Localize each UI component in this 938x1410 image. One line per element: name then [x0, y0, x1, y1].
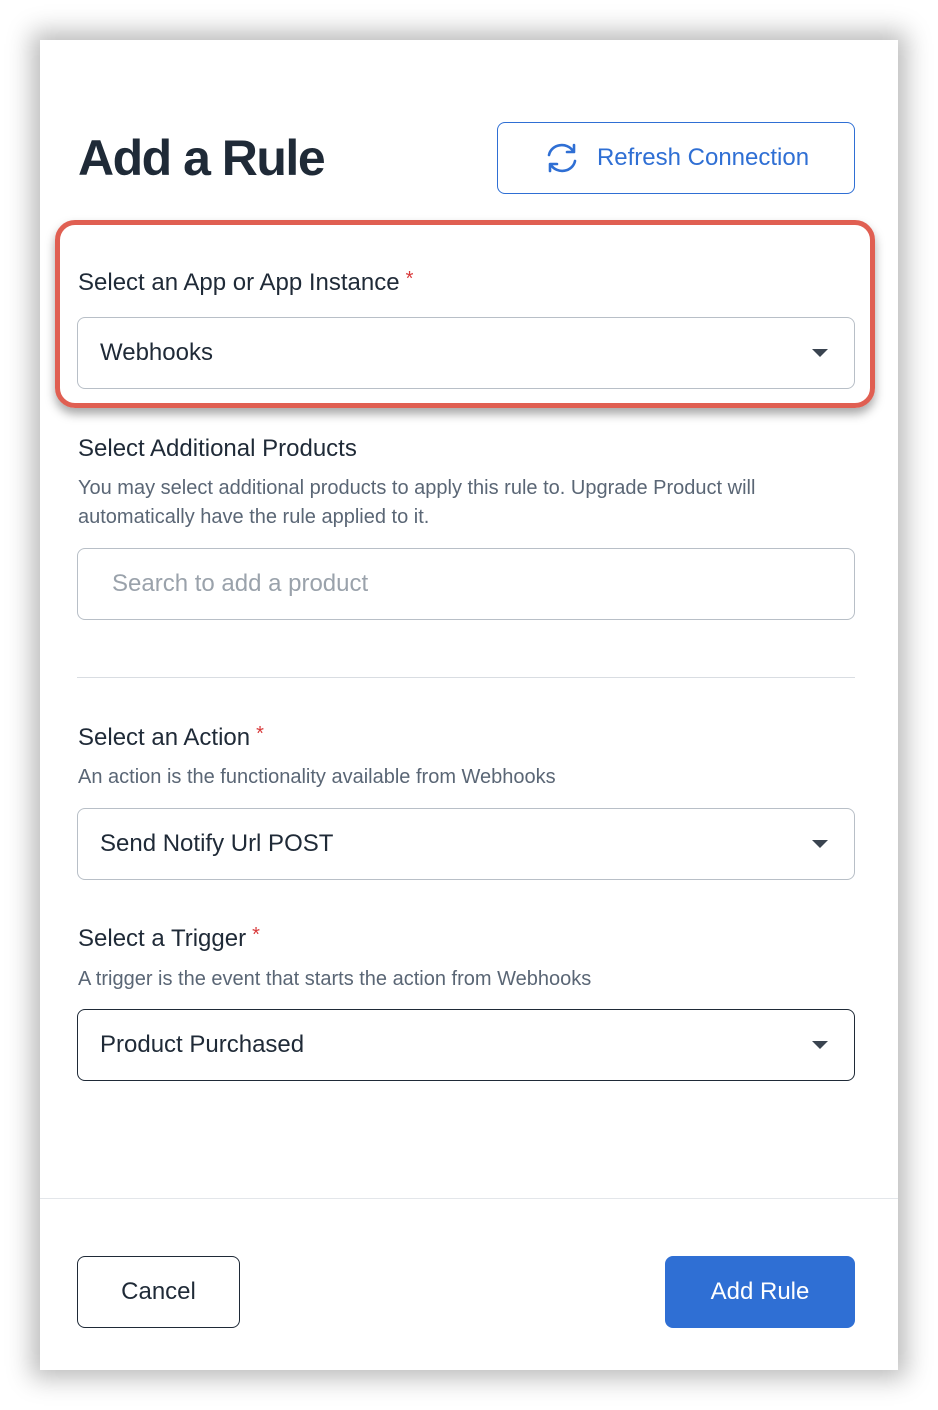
chevron-down-icon — [812, 840, 828, 848]
required-marker: * — [256, 723, 264, 745]
refresh-connection-label: Refresh Connection — [596, 144, 810, 171]
section-divider — [77, 677, 855, 678]
cancel-button[interactable]: Cancel — [77, 1256, 240, 1328]
refresh-connection-button[interactable]: Refresh Connection — [497, 122, 855, 194]
refresh-icon — [543, 142, 581, 174]
trigger-field-help: A trigger is the event that starts the a… — [78, 968, 592, 990]
products-field-label: Select Additional Products — [78, 435, 357, 462]
action-field-label: Select an Action * — [78, 723, 264, 751]
action-select-value: Send Notify Url POST — [100, 830, 334, 857]
add-rule-button[interactable]: Add Rule — [665, 1256, 855, 1328]
required-marker: * — [405, 268, 414, 290]
action-select[interactable]: Send Notify Url POST — [77, 808, 855, 880]
page-title: Add a Rule — [78, 130, 326, 186]
trigger-field-label: Select a Trigger * — [78, 924, 260, 952]
product-search-input[interactable] — [77, 548, 855, 620]
app-select[interactable]: Webhooks — [77, 317, 855, 389]
app-field-label: Select an App or App Instance * — [78, 268, 414, 296]
trigger-select[interactable]: Product Purchased — [77, 1009, 855, 1081]
chevron-down-icon — [812, 1041, 828, 1049]
required-marker: * — [252, 924, 260, 946]
app-select-value: Webhooks — [100, 339, 213, 366]
action-field-help: An action is the functionality available… — [78, 766, 556, 788]
trigger-select-value: Product Purchased — [100, 1031, 305, 1058]
add-rule-modal: Add a Rule Refresh Connection Select an … — [40, 40, 898, 1370]
footer-divider — [40, 1198, 898, 1199]
chevron-down-icon — [812, 349, 828, 357]
products-field-help: You may select additional products to ap… — [78, 477, 756, 528]
